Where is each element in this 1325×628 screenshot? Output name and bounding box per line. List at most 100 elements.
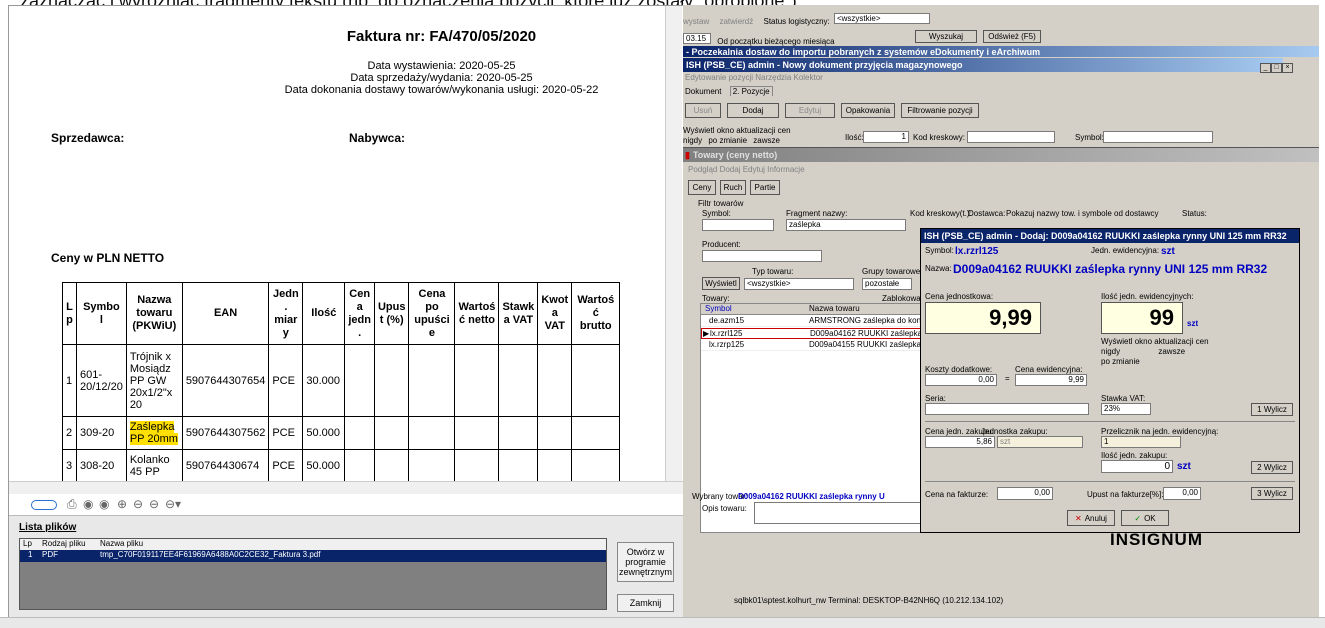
col-net: Wartoś ć netto [454,282,500,345]
status-select[interactable]: <wszystkie> [833,13,930,24]
goods-filter-label: Filtr towarów [698,199,744,208]
zoom-menu-icon[interactable]: ⊖▾ [165,497,181,511]
tab-batches[interactable]: Partie [750,180,780,195]
ev-price-field[interactable]: 9,99 [1015,374,1087,386]
vat-label: Stawka VAT: [1101,394,1146,403]
pdf-horizontal-scrollbar[interactable] [9,481,684,494]
conversion-field[interactable]: 1 [1101,436,1181,448]
buy-unit-select[interactable]: szt [997,436,1083,448]
minimize-icon[interactable]: _ [1260,63,1271,73]
cell-name[interactable]: Zaślepka PP 20mm [125,416,183,450]
col-name: Nazwa towaru (PKWiU) [125,282,183,345]
grid-col-name[interactable]: Nazwa towaru [809,304,860,313]
groups-select[interactable]: pozostałe [862,278,912,290]
ok-button[interactable]: ✓ OK [1121,510,1169,526]
qty-field[interactable]: 1 [863,131,909,143]
zoom-out-icon[interactable]: ⊖ [149,497,159,511]
close-icon[interactable]: × [1282,63,1293,73]
since-checkbox[interactable]: Od początku bieżącego miesiąca [717,37,834,46]
packaging-button[interactable]: Opakowania [841,103,895,118]
maximize-icon[interactable]: □ [1271,63,1282,73]
col-vat-amount: Kwot a VAT [537,282,573,345]
dialog-titlebar[interactable]: ISH (PSB_CE) admin - Dodaj: D009a04162 R… [921,229,1299,243]
grid-cell: lx.rzrp125 [709,340,745,349]
tab-positions[interactable]: 2. Pozycje [729,86,773,96]
buy-price-field[interactable]: 5,86 [925,436,995,448]
symbol-field[interactable] [1103,131,1213,143]
file-list-header: Lp Rodzaj pliku Nazwa pliku [20,539,606,550]
filter-name-field[interactable]: zaślepka [786,219,906,231]
grid-col-symbol[interactable]: Symbol [705,304,732,313]
date-field[interactable]: 03.15 [683,33,711,44]
new-doc-titlebar[interactable]: ISH (PSB_CE) admin - Nowy dokument przyj… [683,58,1283,72]
prev-page-icon[interactable]: ◉ [83,497,93,511]
search-button[interactable]: Wyszukaj [915,30,977,43]
grid-row[interactable]: lx.rzrp125 D009a04155 RUUKKI zaślepka r [701,340,926,351]
delete-button[interactable]: Usuń [685,103,721,118]
pdf-vertical-scrollbar[interactable] [665,6,682,481]
open-external-button[interactable]: Otwórz w programie zewnętrznym [617,542,674,582]
filter-positions-button[interactable]: Filtrowanie pozycji [901,103,979,118]
radio-never[interactable]: nigdy [683,136,702,145]
table-row: 1 601-20/12/20 Trójnik x Mosiądz PP GW 2… [62,344,621,417]
cell-empty [454,449,500,481]
vat-select[interactable]: 23% [1101,403,1151,415]
calculate-2-button[interactable]: 2 Wylicz [1251,461,1293,474]
filter-symbol-field[interactable] [702,219,774,231]
radio-change[interactable]: po zmianie [708,136,747,145]
zoom-in-icon[interactable]: ⊖ [133,497,143,511]
close-button[interactable]: Zamknij [617,594,674,612]
cell-empty [571,344,621,417]
refresh-button[interactable]: Odśwież (F5) [983,30,1041,43]
dlg-radio-never[interactable]: nigdy [1101,347,1120,356]
wystaw-radio[interactable]: wystaw [683,17,709,26]
next-page-icon[interactable]: ◉ [99,497,109,511]
barcode-field[interactable] [967,131,1055,143]
new-doc-menu[interactable]: Edytowanie pozycji Narzędzia Kolektor [685,73,823,82]
filter-show-checkbox[interactable]: Pokazuj nazwy tow. i symbole od dostawcy [1006,209,1159,218]
symbol-label: Symbol: [1075,133,1104,142]
grid-row[interactable]: de.azm15 ARMSTRONG zaślepka do konstr [701,316,930,327]
radio-always[interactable]: zawsze [753,136,780,145]
extra-costs-field[interactable]: 0,00 [925,374,997,386]
cell-ean: 5907644307654 [181,344,270,417]
show-button[interactable]: Wyświetl [702,277,740,290]
calculate-1-button[interactable]: 1 Wylicz [1251,403,1293,416]
highlighted-text[interactable]: Zaślepka PP 20mm [129,421,178,445]
desc-field[interactable] [754,502,924,524]
qty-units-field[interactable]: 99 [1101,302,1183,334]
delivery-date: Data dokonania dostawy towarów/wykonania… [284,84,599,96]
unit-price-field[interactable]: 9,99 [925,302,1041,334]
filter-supplier-label: Dostawca: [968,209,1006,218]
file-row[interactable]: 1 PDF tmp_C70F019117EE4F61969A6488A0C2CE… [20,550,606,562]
print-icon[interactable]: ⎙ [67,497,77,512]
goods-menu[interactable]: Podgląd Dodaj Edytuj Informacje [688,165,805,174]
find-icon[interactable]: ⊕ [117,497,127,511]
type-select[interactable]: <wszystkie> [744,278,854,290]
add-button[interactable]: Dodaj [727,103,779,118]
file-list-panel: Lista plików Lp Rodzaj pliku Nazwa pliku… [9,516,684,618]
invoice-price-field[interactable]: 0,00 [997,487,1053,500]
calculate-3-button[interactable]: 3 Wylicz [1251,487,1293,500]
tab-prices[interactable]: Ceny [688,180,716,195]
dlg-update-options: nigdy zawsze [1101,347,1185,356]
cell-qty: 50.000 [302,416,346,450]
grid-cell: lx.rzrl125 [710,329,743,338]
filter-producer-field[interactable] [702,250,822,262]
goods-titlebar[interactable]: ▮ Towary (ceny netto) [683,148,1319,162]
edit-button[interactable]: Edytuj [785,103,835,118]
invoice-discount-field[interactable]: 0,00 [1163,487,1201,500]
tab-movement[interactable]: Ruch [720,180,746,195]
conversion-label: Przelicznik na jedn. ewidencyjną: [1101,427,1219,436]
tab-document[interactable]: Dokument [685,87,721,96]
confirm-radio[interactable]: zatwierdź [719,17,753,26]
zoom-slider[interactable] [31,500,57,510]
ok-label: OK [1144,513,1156,523]
cancel-button[interactable]: ✕ Anuluj [1067,510,1115,526]
serial-field[interactable] [925,403,1089,415]
grid-row-selected[interactable]: ▶ lx.rzrl125 D009a04162 RUUKKI zaślepka ry [701,328,931,339]
wait-window-titlebar[interactable]: - Poczekalnia dostaw do importu pobranyc… [683,46,1319,57]
dlg-radio-always[interactable]: zawsze [1158,347,1185,356]
dlg-radio-change[interactable]: po zmianie [1101,357,1140,366]
buy-qty-field[interactable]: 0 [1101,460,1173,473]
